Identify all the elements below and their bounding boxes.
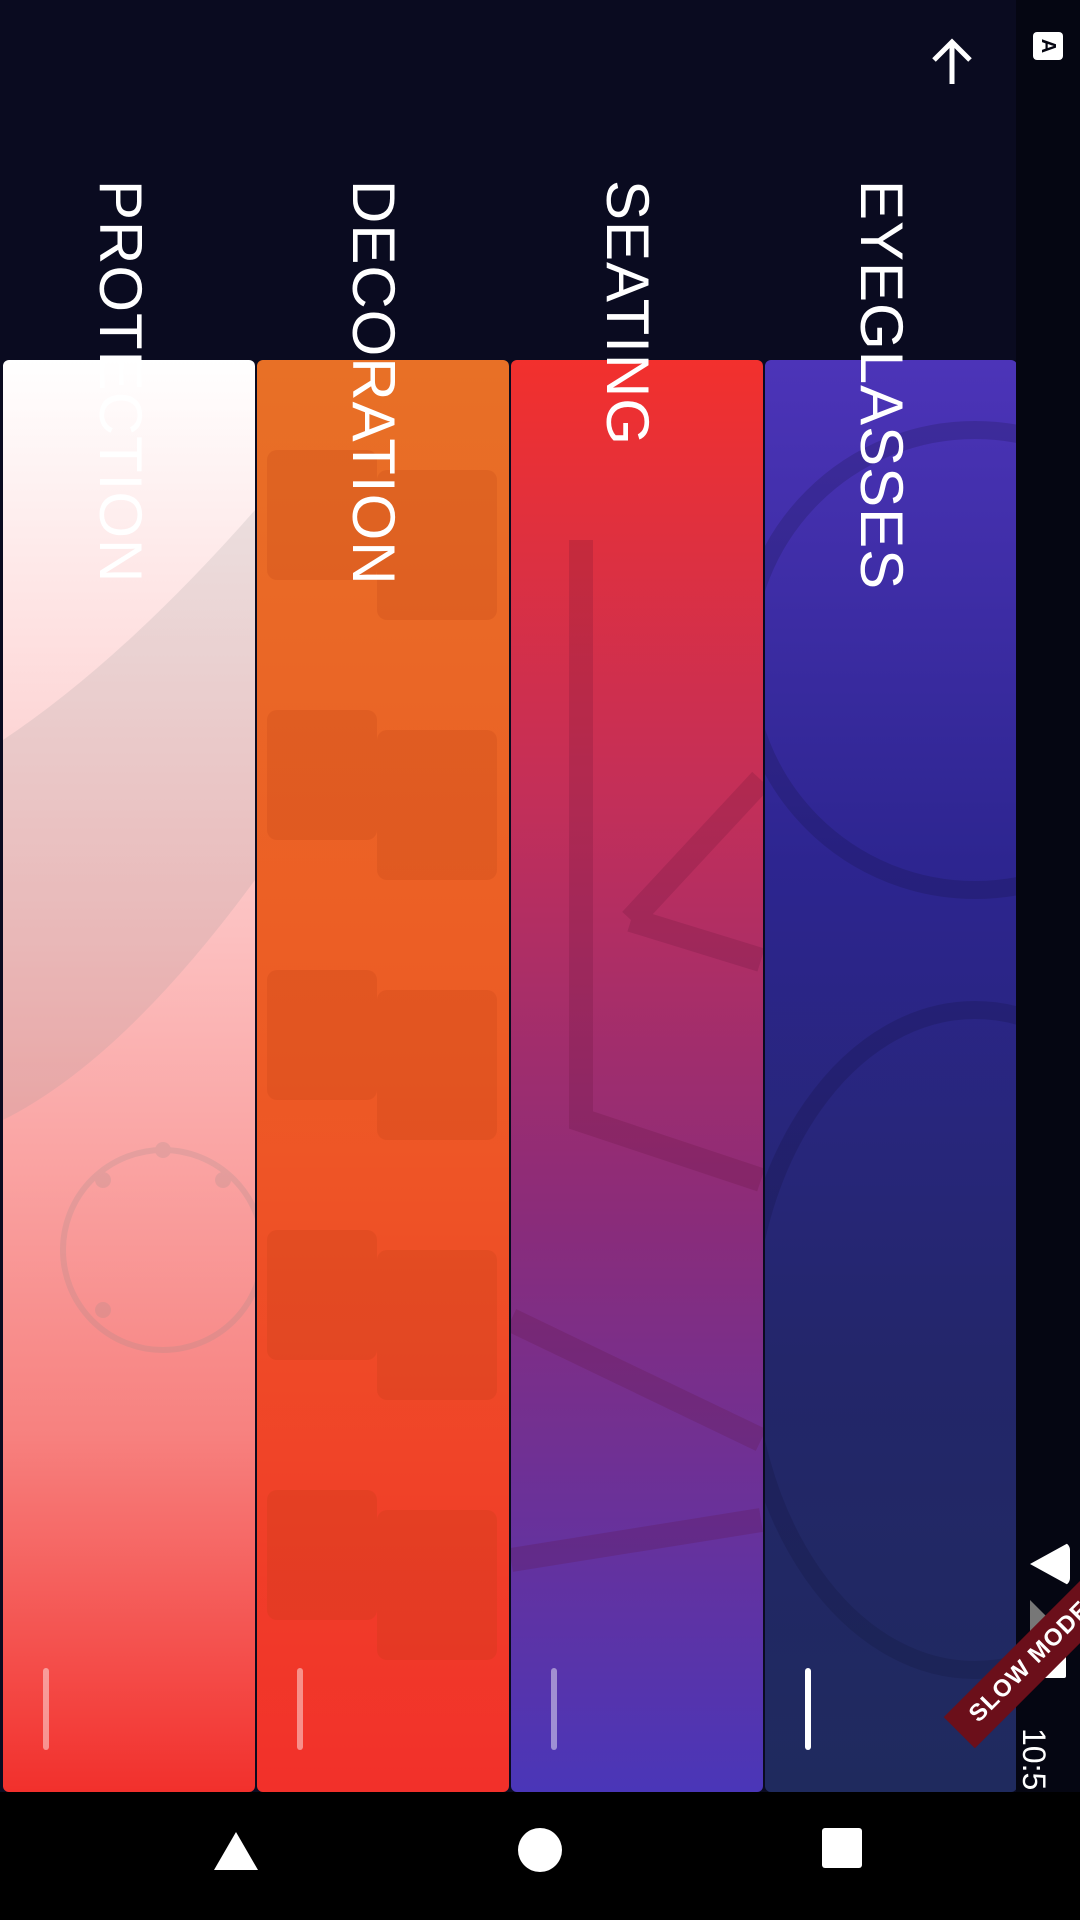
panel-indicator (297, 1668, 303, 1750)
keyboard-icon: A (1033, 32, 1063, 60)
panel-indicator (43, 1668, 49, 1750)
protection-illustration (3, 510, 255, 1353)
arrow-up-icon[interactable] (930, 38, 974, 86)
decoration-illustration (267, 450, 497, 1660)
eyeglasses-illustration (765, 421, 1017, 1679)
category-panel-seating[interactable] (511, 360, 763, 1792)
panel-indicator (551, 1668, 557, 1750)
seating-illustration (511, 540, 763, 1572)
category-panel-decoration[interactable] (257, 360, 509, 1792)
panel-indicator (805, 1668, 811, 1750)
category-panel-eyeglasses[interactable] (765, 360, 1017, 1792)
wifi-icon (1030, 1542, 1070, 1586)
category-panel-protection[interactable] (3, 360, 255, 1792)
triangle-back-icon[interactable] (214, 1832, 258, 1870)
navigation-bar (0, 1792, 1080, 1920)
square-recents-icon[interactable] (822, 1828, 862, 1868)
status-bar: A 10:51 (1016, 0, 1080, 1808)
circle-home-icon[interactable] (518, 1828, 562, 1872)
